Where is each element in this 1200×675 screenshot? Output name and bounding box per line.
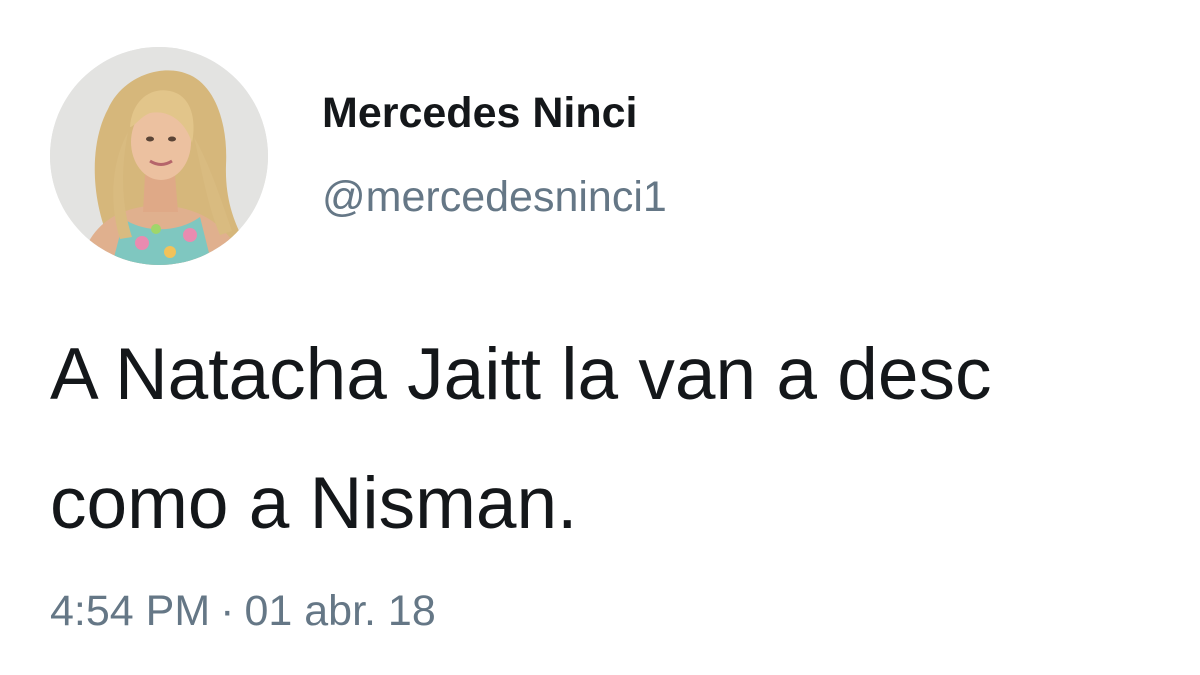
tweet-text-line-1: A Natacha Jaitt la van a desc: [50, 338, 992, 415]
profile-photo: [50, 47, 268, 265]
tweet-meta: 4:54 PM · 01 abr. 18: [50, 590, 436, 633]
tweet-text: A Natacha Jaitt la van a desc como a Nis…: [50, 338, 1200, 540]
tweet-text-line-2: como a Nisman.: [50, 463, 578, 540]
display-name[interactable]: Mercedes Ninci: [322, 92, 637, 135]
tweet-date[interactable]: 01 abr. 18: [244, 587, 435, 635]
user-handle[interactable]: @mercedesninci1: [322, 176, 667, 219]
tweet-time[interactable]: 4:54 PM: [50, 587, 210, 635]
meta-separator: ·: [220, 587, 235, 635]
tweet-card: Mercedes Ninci @mercedesninci1 A Natacha…: [0, 0, 1200, 675]
avatar[interactable]: [50, 47, 268, 265]
